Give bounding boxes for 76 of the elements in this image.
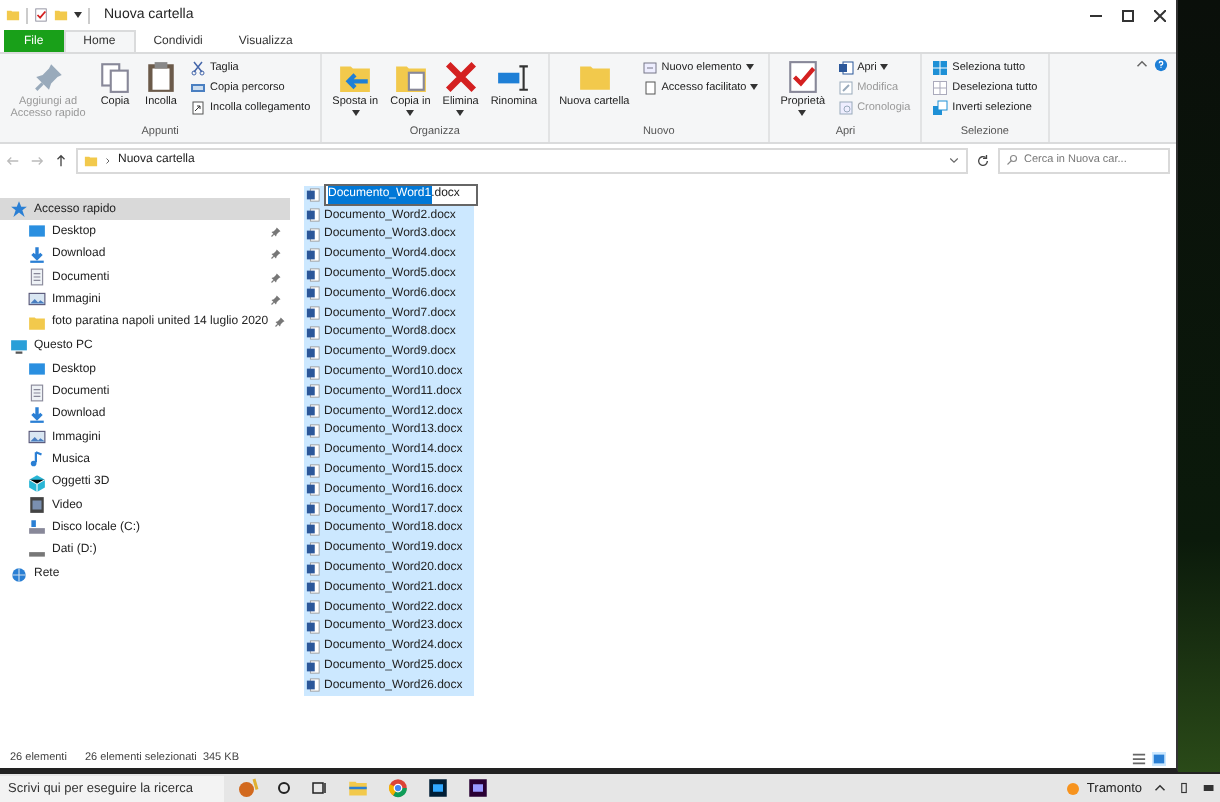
forward-arrow-icon [30,153,44,167]
path-icon [190,79,206,95]
caret-icon [74,12,82,18]
documents-icon [98,60,132,94]
task-view-icon [312,780,328,796]
help-icon [1154,58,1168,72]
scissors-icon [190,59,206,75]
task-view-button[interactable] [308,780,332,796]
back-arrow-icon [6,153,20,167]
pin-icon [270,293,282,306]
refresh-icon [976,153,990,167]
music-note-icon [28,450,46,469]
select-none-icon [932,79,949,95]
folder-icon [6,8,20,22]
clipboard-icon [144,60,178,94]
word-icon [837,59,854,75]
app-button[interactable] [464,778,492,798]
rename-icon [496,60,531,94]
document-icon [641,79,658,95]
pin-icon [31,60,65,94]
search-button[interactable] [272,780,296,796]
document-icon [28,383,46,402]
tile-icon [1152,751,1166,765]
select-all-icon [932,59,949,75]
picture-icon [28,428,46,447]
picture-icon [28,290,46,309]
star-icon [10,200,28,219]
close-icon [1154,9,1166,21]
cube-icon [28,473,46,492]
properties-icon [34,8,48,22]
folder-arrow-icon [338,60,373,94]
device-icon [1178,782,1190,794]
browser-button[interactable] [384,778,412,798]
network-icon [10,565,28,584]
shortcut-icon [190,99,206,115]
folder-icon [577,60,612,94]
folder-icon [54,8,68,22]
battery-icon [1202,782,1216,794]
folder-documents-icon [393,60,428,94]
pin-icon [274,316,287,329]
delete-icon [443,60,478,94]
desktop-icon [28,222,46,241]
mascot-icon [236,776,260,800]
search-icon [276,780,292,796]
folder-icon [28,313,46,332]
download-icon [28,245,46,264]
file-explorer-button[interactable] [344,778,372,798]
folder-icon [348,778,368,798]
drive-icon [28,518,46,537]
download-icon [28,405,46,424]
history-icon [837,99,854,115]
maximize-icon [1122,9,1134,21]
desktop-icon [28,360,46,379]
pin-icon [270,271,282,284]
chevron-down-icon [948,154,960,166]
computer-icon [10,337,28,356]
film-icon [28,496,46,514]
browser-icon [388,778,408,798]
up-arrow-icon [54,153,68,167]
minimize-icon [1090,9,1102,21]
details-view-button[interactable] [1132,751,1146,765]
new-item-icon [641,59,658,75]
document-icon [28,268,46,287]
search-icon [1006,154,1018,166]
large-icons-view-button[interactable] [1152,751,1166,765]
invert-selection-icon [932,99,949,115]
folder-icon [84,153,98,167]
pin-icon [270,248,282,261]
chevron-up-icon [1136,58,1148,70]
edit-icon [837,79,854,95]
list-icon [1132,751,1146,765]
pin-icon [270,225,282,238]
sun-icon [1064,780,1081,796]
chevron-up-icon [1154,782,1166,794]
properties-icon [785,60,820,94]
app-button[interactable] [424,778,452,798]
